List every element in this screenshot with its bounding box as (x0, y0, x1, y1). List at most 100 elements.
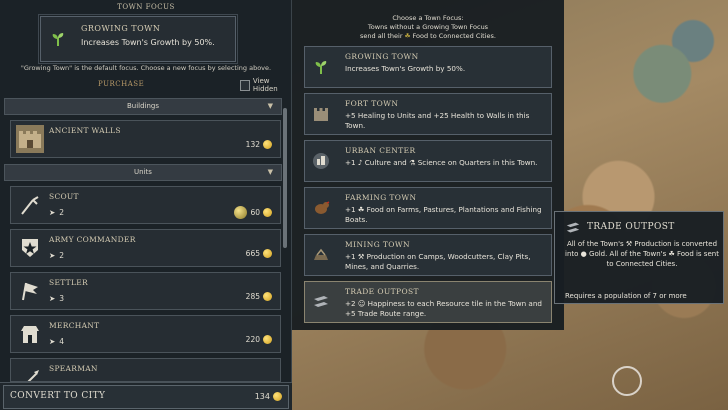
moves-value: 4 (59, 337, 65, 346)
moves-value: 2 (59, 251, 65, 260)
current-focus-name: GROWING TOWN (81, 24, 161, 33)
gold-icon (263, 208, 272, 217)
convert-cost: 134 (255, 392, 282, 401)
moves-value: 3 (59, 294, 65, 303)
option-desc: +1 ☘ Food on Farms, Pastures, Plantation… (345, 205, 542, 224)
choose-focus-panel: Choose a Town Focus: Towns without a Gro… (292, 0, 564, 330)
units-header-label: Units (134, 168, 152, 176)
gold-icon (263, 249, 272, 258)
current-focus-card[interactable]: GROWING TOWN Increases Town's Growth by … (39, 15, 237, 63)
building-name: ANCIENT WALLS (49, 126, 121, 135)
option-name: MINING TOWN (345, 240, 410, 249)
spear-icon (16, 365, 44, 381)
food-icon: ☘ (404, 32, 411, 40)
building-cost: 132 (246, 140, 272, 149)
unit-name: MERCHANT (49, 321, 100, 330)
town-focus-title: TOWN FOCUS (117, 3, 175, 11)
view-hidden-toggle[interactable]: View Hidden (240, 77, 291, 93)
unit-name: SETTLER (49, 278, 88, 287)
unit-item-spearman[interactable]: SPEARMAN (10, 358, 281, 382)
gold-icon (263, 335, 272, 344)
unit-moves: ➤ 3 (49, 294, 64, 303)
option-name: FARMING TOWN (345, 193, 417, 202)
farm-icon (311, 198, 331, 218)
gold-icon (263, 140, 272, 149)
focus-option-mining-town[interactable]: MINING TOWN +1 ⚒ Production on Camps, Wo… (304, 234, 552, 276)
cost-value: 665 (245, 249, 260, 258)
convert-label: CONVERT TO CITY (10, 391, 106, 401)
convert-to-city-button[interactable]: CONVERT TO CITY 134 (3, 385, 289, 409)
tooltip-title: TRADE OUTPOST (587, 222, 675, 232)
sprout-icon (311, 57, 331, 77)
focus-option-fort-town[interactable]: FORT TOWN +5 Healing to Units and +25 He… (304, 93, 552, 135)
unit-cost: 220 (246, 335, 272, 344)
buildings-header-label: Buildings (126, 102, 160, 110)
view-hidden-checkbox[interactable] (240, 79, 250, 91)
unit-item-settler[interactable]: SETTLER ➤ 3 285 (10, 272, 281, 310)
option-name: GROWING TOWN (345, 52, 419, 61)
building-item-ancient-walls[interactable]: ANCIENT WALLS 132 (10, 120, 281, 158)
unit-moves: ➤ 2 (49, 251, 64, 260)
option-desc: +5 Healing to Units and +25 Health to Wa… (345, 111, 530, 130)
unit-cost: 285 (246, 292, 272, 301)
chevron-down-icon: ▼ (267, 168, 273, 176)
unit-name: ARMY COMMANDER (49, 235, 136, 244)
unit-cost: 60 (234, 206, 272, 219)
commander-icon (16, 234, 44, 262)
unit-item-army-commander[interactable]: ARMY COMMANDER ➤ 2 665 (10, 229, 281, 267)
focus-option-urban-center[interactable]: URBAN CENTER +1 ♪ Culture and ⚗ Science … (304, 140, 552, 182)
cost-value: 220 (245, 335, 260, 344)
choose-line-2: Towns without a Growing Town Focus (367, 23, 489, 31)
purchase-scrollbar[interactable] (283, 108, 287, 248)
buildings-header[interactable]: Buildings ▼ (4, 98, 282, 115)
unit-name: SCOUT (49, 192, 79, 201)
cost-value: 60 (250, 208, 260, 217)
town-panel: TOWN FOCUS GROWING TOWN Increases Town's… (0, 0, 292, 410)
option-desc: +1 ♪ Culture and ⚗ Science on Quarters i… (345, 158, 538, 167)
option-name: TRADE OUTPOST (345, 287, 419, 296)
units-header[interactable]: Units ▼ (4, 164, 282, 181)
cost-value: 132 (245, 140, 260, 149)
convert-bar: CONVERT TO CITY 134 (0, 382, 292, 410)
merchant-icon (16, 320, 44, 348)
gold-icon (273, 392, 282, 401)
choose-line-3: send all their ☘ Food to Connected Citie… (292, 32, 564, 41)
chevron-down-icon: ▼ (267, 102, 273, 110)
focus-option-growing-town[interactable]: GROWING TOWN Increases Town's Growth by … (304, 46, 552, 88)
flag-icon (16, 277, 44, 305)
choose-line-3b: Food to Connected Cities. (412, 32, 496, 40)
choose-focus-header: Choose a Town Focus: Towns without a Gro… (292, 14, 564, 41)
choose-line-3a: send all their (360, 32, 403, 40)
option-desc: +1 ⚒ Production on Camps, Woodcutters, C… (345, 252, 531, 271)
view-hidden-label: View Hidden (252, 77, 278, 93)
focus-option-farming-town[interactable]: FARMING TOWN +1 ☘ Food on Farms, Pasture… (304, 187, 552, 229)
cost-value: 134 (254, 392, 270, 401)
moves-value: 2 (59, 208, 65, 217)
trade-icon (565, 220, 581, 238)
fort-icon (311, 104, 331, 124)
unit-item-merchant[interactable]: MERCHANT ➤ 4 220 (10, 315, 281, 353)
urban-icon (311, 151, 331, 171)
scout-icon (16, 191, 44, 219)
choose-line-1: Choose a Town Focus: (392, 14, 464, 22)
unit-item-scout[interactable]: SCOUT ➤ 2 60 (10, 186, 281, 224)
sprout-icon (49, 27, 67, 51)
movement-icon: ➤ (49, 208, 56, 217)
purchase-label: PURCHASE (98, 80, 145, 88)
option-desc: Increases Town's Growth by 50%. (345, 64, 466, 73)
unit-cost: 665 (246, 249, 272, 258)
unit-moves: ➤ 2 (49, 208, 64, 217)
option-desc: +2 ☺ Happiness to each Resource tile in … (345, 299, 542, 318)
option-name: URBAN CENTER (345, 146, 416, 155)
movement-icon: ➤ (49, 294, 56, 303)
focus-option-trade-outpost[interactable]: TRADE OUTPOST +2 ☺ Happiness to each Res… (304, 281, 552, 323)
option-name: FORT TOWN (345, 99, 399, 108)
trade-icon (311, 292, 331, 312)
tooltip-requirement: Requires a population of 7 or more (565, 292, 687, 300)
walls-icon (16, 125, 44, 153)
map-city-marker[interactable] (612, 366, 642, 396)
default-focus-note: "Growing Town" is the default focus. Cho… (20, 64, 272, 72)
gold-icon (263, 292, 272, 301)
unit-name: SPEARMAN (49, 364, 98, 373)
tooltip-body: All of the Town's ⚒ Production is conver… (565, 240, 719, 268)
